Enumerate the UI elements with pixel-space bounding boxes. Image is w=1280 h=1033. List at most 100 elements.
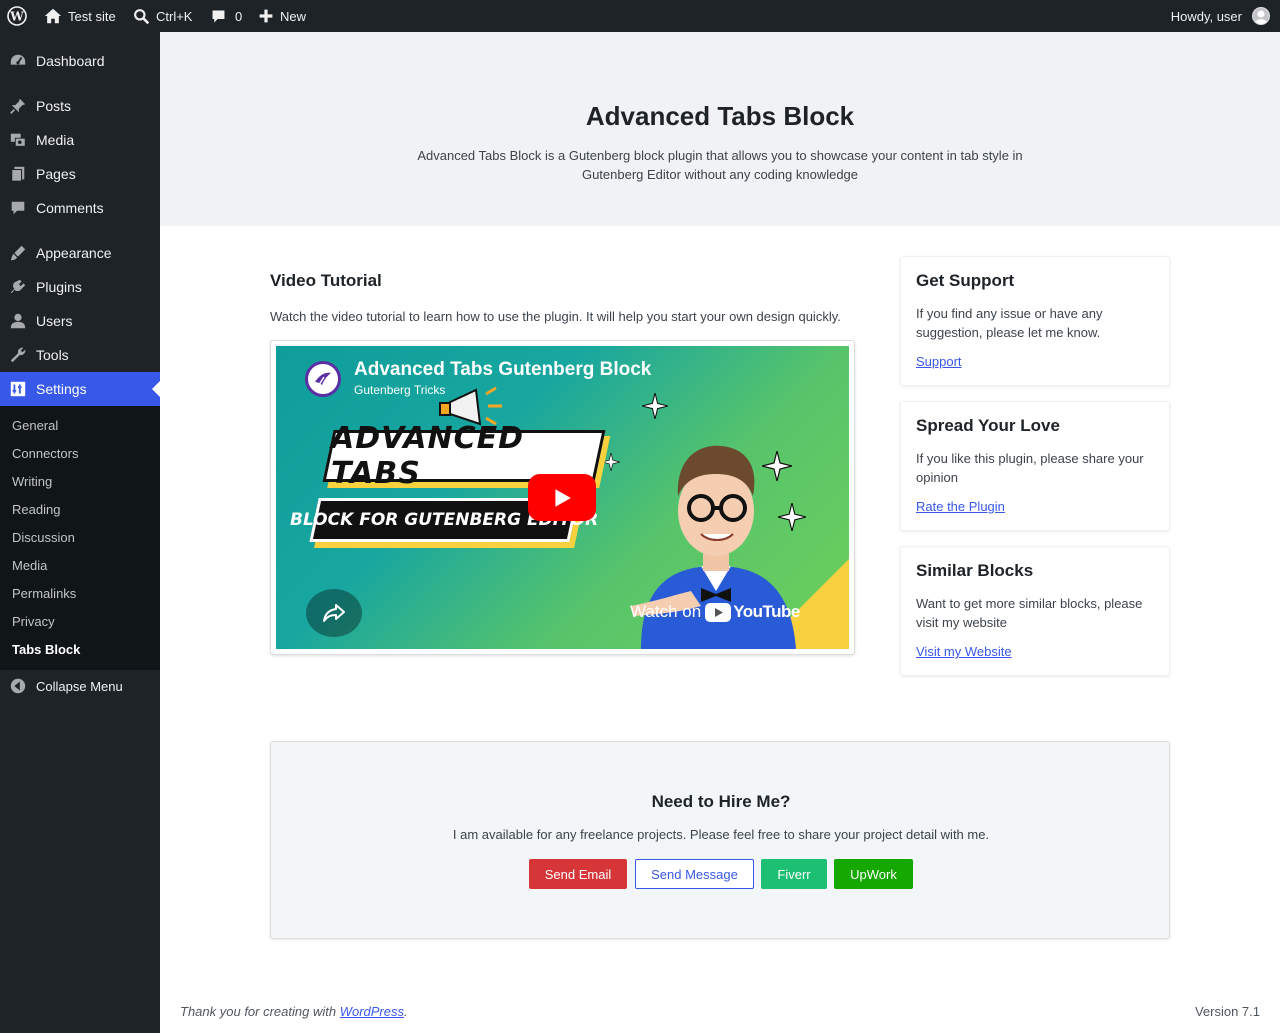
video-tutorial-description: Watch the video tutorial to learn how to… [270, 309, 841, 324]
sidebar-item-label: Media [36, 132, 75, 148]
howdy-greeting: Howdy, user [1170, 8, 1242, 24]
card-description: If you like this plugin, please share yo… [916, 451, 1144, 485]
page-description: Advanced Tabs Block is a Gutenberg block… [417, 148, 1023, 182]
video-tutorial-heading: Video Tutorial [270, 271, 382, 290]
wordpress-link[interactable]: WordPress [340, 1004, 404, 1019]
sidebar-item-media[interactable]: Media [0, 123, 160, 157]
sidebar-item-label: Comments [36, 200, 104, 216]
collapse-menu-label: Collapse Menu [36, 678, 123, 694]
card-title: Spread Your Love [916, 416, 1060, 435]
command-palette-button[interactable]: Ctrl+K [133, 0, 192, 32]
youtube-play-icon [705, 602, 732, 622]
plugin-icon [0, 278, 36, 296]
send-message-button[interactable]: Send Message [635, 859, 754, 889]
video-title[interactable]: Advanced Tabs Gutenberg Block [354, 359, 651, 381]
submenu-item-general[interactable]: General [12, 411, 58, 439]
sidebar-item-label: Plugins [36, 279, 82, 295]
sidebar-item-plugins[interactable]: Plugins [0, 270, 160, 304]
youtube-player[interactable]: ADVANCED TABS BLOCK FOR GUTENBERG EDITOR… [276, 346, 849, 649]
upwork-button[interactable]: UpWork [834, 859, 913, 889]
comments-count: 0 [235, 8, 243, 24]
submenu-item-tabs-block[interactable]: Tabs Block [12, 635, 80, 663]
sidebar-item-label: Users [36, 313, 73, 329]
comments-link[interactable]: 0 [210, 0, 242, 32]
submenu-item-media[interactable]: Media [12, 551, 47, 579]
watch-on-label: Watch on [630, 602, 702, 621]
pin-icon [0, 97, 36, 115]
svg-text:W: W [9, 10, 24, 24]
share-icon [323, 604, 345, 622]
wordpress-logo-icon[interactable]: W [7, 0, 27, 32]
collapse-menu-button[interactable]: Collapse Menu [0, 671, 160, 701]
sidebar-item-appearance[interactable]: Appearance [0, 236, 160, 270]
footer-thanks-prefix: Thank you for creating with [180, 1004, 340, 1019]
send-email-button[interactable]: Send Email [529, 859, 627, 889]
brush-icon [0, 244, 36, 262]
user-account-menu[interactable]: Howdy, user [1171, 0, 1270, 32]
submenu-item-writing[interactable]: Writing [12, 467, 52, 495]
share-button[interactable] [306, 589, 362, 637]
channel-avatar[interactable] [305, 361, 341, 397]
settings-submenu: General Connectors Writing Reading Discu… [0, 406, 160, 670]
submenu-item-reading[interactable]: Reading [12, 495, 60, 523]
site-name-link[interactable]: Test site [44, 0, 116, 32]
site-name: Test site [68, 8, 116, 24]
rate-plugin-link[interactable]: Rate the Plugin [916, 499, 1005, 514]
card-title: Get Support [916, 271, 1015, 290]
search-icon [134, 8, 150, 24]
sidebar-item-label: Appearance [36, 245, 112, 261]
dashboard-icon [0, 52, 36, 70]
watch-on-youtube-link[interactable]: Watch on YouTube [630, 602, 800, 622]
footer-version: Version 7.1 [1194, 1004, 1260, 1019]
sidebar-item-users[interactable]: Users [0, 304, 160, 338]
new-label: New [280, 8, 307, 24]
comment-icon [0, 199, 36, 217]
wrench-icon [0, 346, 36, 364]
admin-sidebar: Dashboard Posts Media Pages Comments App… [0, 32, 160, 1033]
sidebar-item-pages[interactable]: Pages [0, 157, 160, 191]
card-title: Similar Blocks [916, 561, 1034, 580]
play-icon [555, 488, 571, 507]
sidebar-item-label: Dashboard [36, 53, 105, 69]
card-description: Want to get more similar blocks, please … [916, 596, 1143, 630]
support-link[interactable]: Support [916, 354, 962, 369]
user-icon [0, 312, 36, 330]
plus-icon [259, 9, 273, 23]
new-content-button[interactable]: New [258, 0, 306, 32]
youtube-logo: YouTube [705, 602, 800, 622]
collapse-arrow-icon [0, 677, 36, 695]
sidebar-item-label: Posts [36, 98, 72, 114]
home-icon [44, 8, 62, 24]
card-description: If you find any issue or have any sugges… [916, 306, 1103, 340]
sidebar-item-dashboard[interactable]: Dashboard [0, 44, 160, 78]
visit-website-link[interactable]: Visit my Website [916, 644, 1012, 659]
sparkle-icon [602, 453, 620, 471]
footer-thanks-suffix: . [404, 1004, 408, 1019]
get-support-card: Get Support If you find any issue or hav… [900, 256, 1170, 386]
sidebar-item-settings[interactable]: Settings [0, 372, 160, 406]
search-shortcut: Ctrl+K [156, 8, 193, 24]
youtube-wordmark: YouTube [733, 602, 800, 621]
admin-bar: W Test site Ctrl+K 0 New Howdy, user [0, 0, 1280, 32]
spread-your-love-card: Spread Your Love If you like this plugin… [900, 401, 1170, 531]
settings-icon [0, 380, 36, 398]
channel-name[interactable]: Gutenberg Tricks [354, 383, 445, 397]
sidebar-item-comments[interactable]: Comments [0, 191, 160, 225]
sidebar-item-posts[interactable]: Posts [0, 89, 160, 123]
submenu-item-permalinks[interactable]: Permalinks [12, 579, 76, 607]
plugin-hero: Advanced Tabs Block Advanced Tabs Block … [160, 32, 1280, 226]
sidebar-item-tools[interactable]: Tools [0, 338, 160, 372]
submenu-item-connectors[interactable]: Connectors [12, 439, 78, 467]
play-button[interactable] [528, 474, 596, 521]
hire-title: Need to Hire Me? [651, 792, 791, 811]
sidebar-item-label: Tools [36, 347, 69, 363]
page-title: Advanced Tabs Block [585, 101, 855, 131]
hire-me-section: Need to Hire Me? I am available for any … [270, 741, 1170, 939]
submenu-item-discussion[interactable]: Discussion [12, 523, 75, 551]
submenu-item-privacy[interactable]: Privacy [12, 607, 55, 635]
avatar [1252, 7, 1270, 25]
pages-icon [0, 165, 36, 183]
fiverr-button[interactable]: Fiverr [761, 859, 827, 889]
footer-thanks: Thank you for creating with WordPress. [180, 1004, 408, 1019]
sidebar-item-label: Settings [36, 381, 87, 397]
